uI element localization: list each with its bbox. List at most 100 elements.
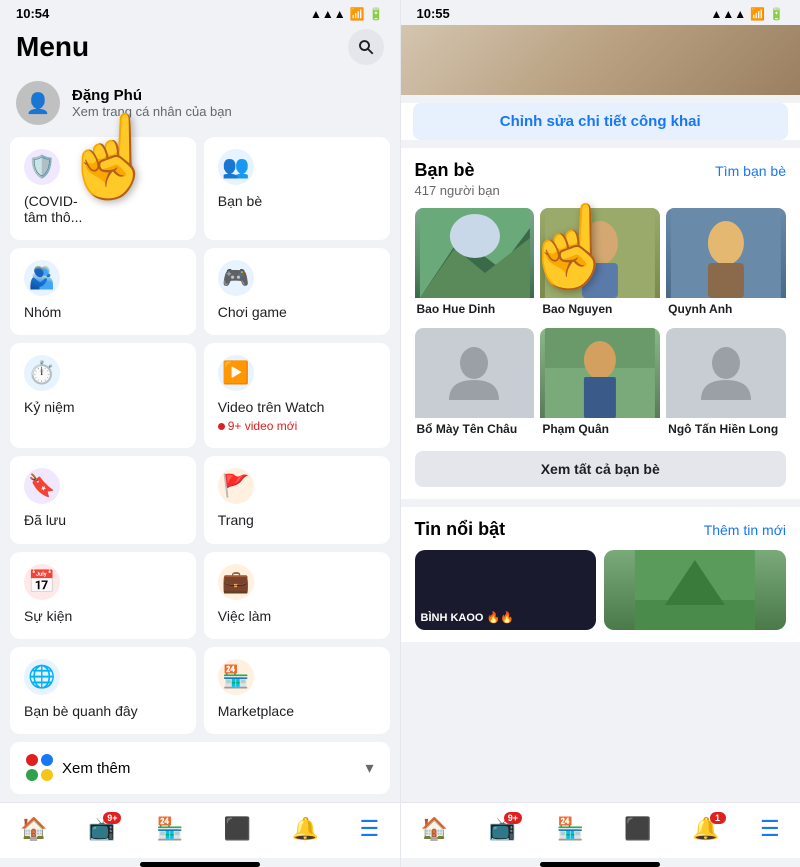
right-nav-home[interactable]: 🏠 bbox=[421, 816, 448, 842]
dot-green bbox=[26, 769, 38, 781]
right-bell-badge: 1 bbox=[710, 812, 726, 824]
search-button[interactable] bbox=[348, 29, 384, 65]
tin-card-1[interactable]: BÌNH KAOO 🔥🔥 bbox=[415, 550, 597, 630]
see-more-label: Xem thêm bbox=[62, 760, 357, 777]
memories-icon: ⏱️ bbox=[24, 355, 60, 391]
menu-item-jobs[interactable]: 💼 Việc làm bbox=[204, 552, 390, 639]
menu-item-marketplace[interactable]: 🏪 Marketplace bbox=[204, 647, 390, 734]
menu-grid: 🛡️ (COVID-tâm thô... 👥 Bạn bè 🫂 Nhóm 🎮 C… bbox=[0, 137, 400, 734]
right-shop-icon: 🏪 bbox=[556, 816, 583, 842]
menu-item-nearby[interactable]: 🌐 Bạn bè quanh đây bbox=[10, 647, 196, 734]
chevron-down-icon: ▾ bbox=[365, 758, 373, 778]
marketplace-icon: 🏪 bbox=[218, 659, 254, 695]
menu-item-memories[interactable]: ⏱️ Kỷ niệm bbox=[10, 343, 196, 448]
events-icon: 📅 bbox=[24, 564, 60, 600]
right-panel: ☝️ 10:55 ▲▲▲ 📶 🔋 Chỉnh sửa chi tiết công… bbox=[401, 0, 800, 867]
left-nav-home[interactable]: 🏠 bbox=[20, 816, 47, 842]
left-panel: 10:54 ▲▲▲ 📶 🔋 Menu 👤 Đặng Phú Xem trang … bbox=[0, 0, 400, 867]
friend-name-2: Bao Nguyen bbox=[540, 298, 660, 322]
watch-icon: ▶️ bbox=[218, 355, 254, 391]
home-icon: 🏠 bbox=[20, 816, 47, 842]
menu-item-groups[interactable]: 🫂 Nhóm bbox=[10, 248, 196, 335]
right-nav-shop[interactable]: 🏪 bbox=[556, 816, 583, 842]
friend-card-1[interactable]: Bao Hue Dinh bbox=[415, 208, 535, 322]
menu-item-games[interactable]: 🎮 Chơi game bbox=[204, 248, 390, 335]
friend-img-2 bbox=[540, 208, 660, 298]
saved-label: Đã lưu bbox=[24, 512, 182, 528]
friend-name-4: Bổ Mày Tên Châu bbox=[415, 418, 535, 442]
shop-icon: 🏪 bbox=[156, 816, 183, 842]
menu-item-friends[interactable]: 👥 Bạn bè bbox=[204, 137, 390, 240]
bell-icon: 🔔 bbox=[292, 816, 319, 842]
friend-card-6[interactable]: Ngô Tấn Hiền Long bbox=[666, 328, 786, 442]
wifi-icon: 📶 bbox=[350, 7, 365, 21]
tin-card-2[interactable] bbox=[604, 550, 786, 630]
right-wifi-icon: 📶 bbox=[750, 7, 765, 21]
menu-item-covid[interactable]: 🛡️ (COVID-tâm thô... bbox=[10, 137, 196, 240]
friend-name-6: Ngô Tấn Hiền Long bbox=[666, 418, 786, 442]
friend-name-1: Bao Hue Dinh bbox=[415, 298, 535, 322]
left-status-icons: ▲▲▲ 📶 🔋 bbox=[310, 7, 384, 21]
left-nav-groups[interactable]: ⬛ bbox=[224, 816, 251, 842]
friend-placeholder-4 bbox=[415, 328, 535, 418]
groups-label: Nhóm bbox=[24, 304, 182, 320]
left-nav-menu[interactable]: ☰ bbox=[360, 816, 380, 842]
friend-card-5[interactable]: Phạm Quân bbox=[540, 328, 660, 442]
avatar: 👤 bbox=[16, 81, 60, 125]
profile-info: Đặng Phú Xem trang cá nhân của bạn bbox=[72, 87, 232, 119]
friend-card-3[interactable]: Quynh Anh bbox=[666, 208, 786, 322]
friend-name-3: Quynh Anh bbox=[666, 298, 786, 322]
right-groups-icon: ⬛ bbox=[624, 816, 651, 842]
home-indicator-left bbox=[140, 862, 260, 867]
menu-item-watch[interactable]: ▶️ Video trên Watch 9+ video mới bbox=[204, 343, 390, 448]
memories-label: Kỷ niệm bbox=[24, 399, 182, 415]
nearby-icon: 🌐 bbox=[24, 659, 60, 695]
menu-icon: ☰ bbox=[360, 816, 380, 842]
cover-image bbox=[401, 25, 800, 95]
tin-title: Tin nổi bật bbox=[415, 519, 506, 540]
left-nav-bell[interactable]: 🔔 bbox=[292, 816, 319, 842]
right-status-bar: 10:55 ▲▲▲ 📶 🔋 bbox=[401, 0, 800, 25]
left-status-bar: 10:54 ▲▲▲ 📶 🔋 bbox=[0, 0, 400, 25]
friends-grid: Bao Hue Dinh Bao Nguyen bbox=[415, 208, 787, 441]
tin-grid: BÌNH KAOO 🔥🔥 bbox=[415, 550, 787, 630]
dot-yellow bbox=[41, 769, 53, 781]
edit-btn-row: Chỉnh sửa chi tiết công khai bbox=[401, 103, 800, 140]
left-time: 10:54 bbox=[16, 6, 49, 21]
them-tin-moi-link[interactable]: Thêm tin mới bbox=[704, 522, 786, 538]
groups-icon: 🫂 bbox=[24, 260, 60, 296]
watch-badge-text: 9+ video mới bbox=[228, 419, 298, 433]
jobs-icon: 💼 bbox=[218, 564, 254, 600]
feed-badge: 9+ bbox=[103, 812, 121, 824]
jobs-label: Việc làm bbox=[218, 608, 376, 624]
see-more-row[interactable]: Xem thêm ▾ bbox=[10, 742, 390, 794]
find-friends-link[interactable]: Tìm bạn bè bbox=[715, 163, 786, 179]
right-status-icons: ▲▲▲ 📶 🔋 bbox=[710, 7, 784, 21]
right-nav-feed[interactable]: 📺 9+ bbox=[489, 816, 516, 842]
pages-icon: 🚩 bbox=[218, 468, 254, 504]
right-nav-bell[interactable]: 🔔 1 bbox=[692, 816, 719, 842]
menu-item-saved[interactable]: 🔖 Đã lưu bbox=[10, 456, 196, 543]
right-nav-menu[interactable]: ☰ bbox=[760, 816, 780, 842]
friend-img-1 bbox=[415, 208, 535, 298]
friend-card-4[interactable]: Bổ Mày Tên Châu bbox=[415, 328, 535, 442]
battery-icon: 🔋 bbox=[369, 7, 384, 21]
friend-card-2[interactable]: Bao Nguyen bbox=[540, 208, 660, 322]
right-bottom-nav: 🏠 📺 9+ 🏪 ⬛ 🔔 1 ☰ bbox=[401, 802, 800, 858]
profile-row[interactable]: 👤 Đặng Phú Xem trang cá nhân của bạn bbox=[0, 73, 400, 137]
menu-item-pages[interactable]: 🚩 Trang bbox=[204, 456, 390, 543]
left-nav-feed[interactable]: 📺 9+ bbox=[88, 816, 115, 842]
right-nav-groups[interactable]: ⬛ bbox=[624, 816, 651, 842]
right-menu-icon: ☰ bbox=[760, 816, 780, 842]
friends-icon: 👥 bbox=[218, 149, 254, 185]
friends-label: Bạn bè bbox=[218, 193, 376, 209]
edit-public-details-button[interactable]: Chỉnh sửa chi tiết công khai bbox=[413, 103, 789, 140]
friends-section: Bạn bè 417 người bạn Tìm bạn bè bbox=[401, 148, 800, 499]
friends-title-group: Bạn bè 417 người bạn bbox=[415, 160, 500, 198]
friends-header: Bạn bè 417 người bạn Tìm bạn bè bbox=[415, 160, 787, 198]
groups-nav-icon: ⬛ bbox=[224, 816, 251, 842]
menu-item-events[interactable]: 📅 Sự kiện bbox=[10, 552, 196, 639]
see-all-friends-button[interactable]: Xem tất cả bạn bè bbox=[415, 451, 787, 487]
left-nav-shop[interactable]: 🏪 bbox=[156, 816, 183, 842]
pages-label: Trang bbox=[218, 512, 376, 528]
